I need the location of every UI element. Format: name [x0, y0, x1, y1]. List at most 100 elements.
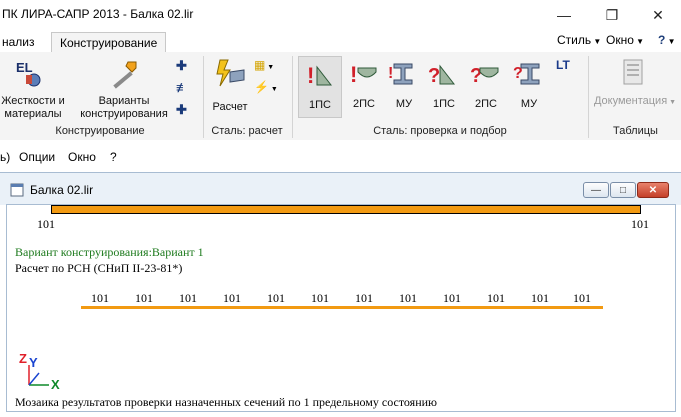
chevron-down-icon: ▼: [591, 37, 602, 46]
ribbon-tabs: нализ Конструирование Стиль ▼ Окно ▼ ? ▼: [0, 30, 681, 53]
element-label: 101: [355, 291, 373, 305]
unify-icon[interactable]: ≢: [176, 80, 194, 96]
documentation-label: Документация ▼: [593, 95, 677, 107]
axis-y-label: Y: [29, 355, 38, 370]
style-menu[interactable]: Стиль ▼: [557, 33, 601, 47]
tab-design[interactable]: Конструирование: [51, 32, 167, 53]
window-menu[interactable]: Окно ▼: [606, 33, 644, 47]
select-deflection-icon: ?: [470, 65, 499, 87]
documentation-button: Документация ▼: [592, 58, 678, 124]
check-mu-button[interactable]: ! МУ: [384, 56, 424, 118]
menu-help[interactable]: ?: [110, 150, 117, 164]
calc-method-text: Расчет по РСН (СНиП II-23-81*): [15, 261, 183, 275]
result-status-text: Мозаика результатов проверки назначенных…: [15, 395, 438, 409]
select-stability-icon: ?: [513, 63, 540, 85]
tab-analysis[interactable]: нализ: [0, 32, 43, 52]
window-label: Окно: [606, 33, 634, 47]
select-2ps-button[interactable]: ? 2ПС: [464, 56, 508, 118]
element-label: 101: [223, 291, 241, 305]
select-mu-button[interactable]: ? МУ: [508, 56, 550, 118]
model-minimize-button[interactable]: —: [583, 182, 609, 198]
menu-window[interactable]: Окно: [68, 150, 96, 164]
add-element-icon[interactable]: ✚: [176, 58, 194, 74]
exclamation-glyph: !: [350, 62, 357, 87]
menu-options[interactable]: Опции: [19, 150, 55, 164]
top-beam[interactable]: [51, 205, 641, 214]
group-label-tables: Таблицы: [613, 125, 658, 137]
top-beam-right-label: 101: [631, 217, 649, 231]
check-1ps-button[interactable]: ! 1ПС: [298, 56, 342, 118]
select-1ps-label: 1ПС: [433, 98, 455, 110]
group-icon[interactable]: ✚: [176, 102, 194, 118]
element-label: 101: [399, 291, 417, 305]
question-glyph: ?: [428, 65, 440, 87]
element-label: 101: [91, 291, 109, 305]
design-variants-button[interactable]: Варианты конструирования: [76, 58, 172, 124]
chevron-down-icon: ▼: [633, 37, 645, 46]
calc-label: Расчет: [212, 101, 248, 113]
lightning-beam-icon: [216, 59, 245, 87]
group-label-steel-calc: Сталь: расчет: [211, 125, 283, 137]
axis-indicator: Z Y X: [19, 351, 60, 391]
model-restore-button[interactable]: □: [610, 182, 636, 198]
element-label: 101: [135, 291, 153, 305]
wrench-icon: [113, 61, 137, 89]
model-window-title-bar: Балка 02.lir — □ ✕: [0, 172, 681, 205]
chevron-down-icon: ▼: [665, 37, 676, 46]
stiffness-label-2: материалы: [4, 108, 62, 120]
help-button[interactable]: ? ▼: [658, 33, 675, 47]
window-title-bar: ПК ЛИРА-САПР 2013 - Балка 02.lir — ❐ ✕: [0, 0, 681, 30]
model-close-button[interactable]: ✕: [637, 182, 669, 198]
model-window: Балка 02.lir — □ ✕ 101 101 Вариант конст…: [0, 172, 681, 417]
calc-button[interactable]: Расчет: [208, 58, 252, 124]
select-question-icon: ?: [428, 64, 456, 87]
variants-label-1: Варианты: [98, 95, 150, 107]
element-label: 101: [531, 291, 549, 305]
maximize-button[interactable]: ❐: [589, 0, 635, 30]
select-2ps-label: 2ПС: [475, 98, 497, 110]
check-2ps-button[interactable]: ! 2ПС: [342, 56, 386, 118]
select-mu-label: МУ: [520, 98, 538, 110]
stiffness-icon: EL: [16, 60, 41, 87]
element-label: 101: [443, 291, 461, 305]
axis-x-label: X: [51, 377, 60, 391]
element-label: 101: [487, 291, 505, 305]
check-1ps-label: 1ПС: [309, 99, 331, 111]
minimize-button[interactable]: —: [541, 0, 587, 30]
check-deflection-icon: !: [350, 62, 377, 87]
element-label: 101: [311, 291, 329, 305]
variant-text: Вариант конструирования:Вариант 1: [15, 245, 204, 259]
group-label-steel-check: Сталь: проверка и подбор: [373, 125, 507, 137]
calc-options-icon[interactable]: ▦ ▼: [254, 58, 286, 74]
ribbon: EL Жесткости и материалы Варианты констр…: [0, 52, 681, 141]
beam-element-line[interactable]: [81, 306, 603, 309]
menu-partial[interactable]: ь): [0, 150, 10, 164]
section-type-icon[interactable]: LT: [556, 58, 580, 78]
top-beam-left-label: 101: [37, 217, 55, 231]
group-label-design: Конструирование: [55, 125, 145, 137]
element-label: 101: [267, 291, 285, 305]
exclamation-glyph: !: [388, 65, 393, 82]
variants-label-2: конструирования: [80, 108, 168, 120]
style-label: Стиль: [557, 33, 592, 47]
document-icon: [623, 59, 643, 85]
axis-z-label: Z: [19, 351, 27, 366]
group-separator: [292, 56, 293, 138]
stiffness-materials-button[interactable]: EL Жесткости и материалы: [1, 58, 66, 124]
check-2ps-label: 2ПС: [353, 98, 375, 110]
calc-run-icon[interactable]: ⚡ ▼: [254, 80, 286, 96]
close-button[interactable]: ✕: [635, 0, 681, 30]
window-icon: [10, 183, 24, 197]
element-label: 101: [179, 291, 197, 305]
model-window-caption: Балка 02.lir: [30, 183, 94, 197]
select-1ps-button[interactable]: ? 1ПС: [424, 56, 464, 118]
element-label: 101: [573, 291, 591, 305]
check-mu-label: МУ: [395, 98, 413, 110]
check-exclamation-icon: !: [307, 63, 333, 88]
group-separator: [588, 56, 589, 138]
menu-bar: ь) Опции Окно ?: [0, 140, 681, 172]
question-glyph: ?: [513, 65, 523, 82]
check-stability-icon: !: [388, 63, 413, 85]
model-canvas[interactable]: 101 101 Вариант конструирования:Вариант …: [6, 204, 676, 412]
stiffness-label-1: Жесткости и: [1, 95, 65, 107]
